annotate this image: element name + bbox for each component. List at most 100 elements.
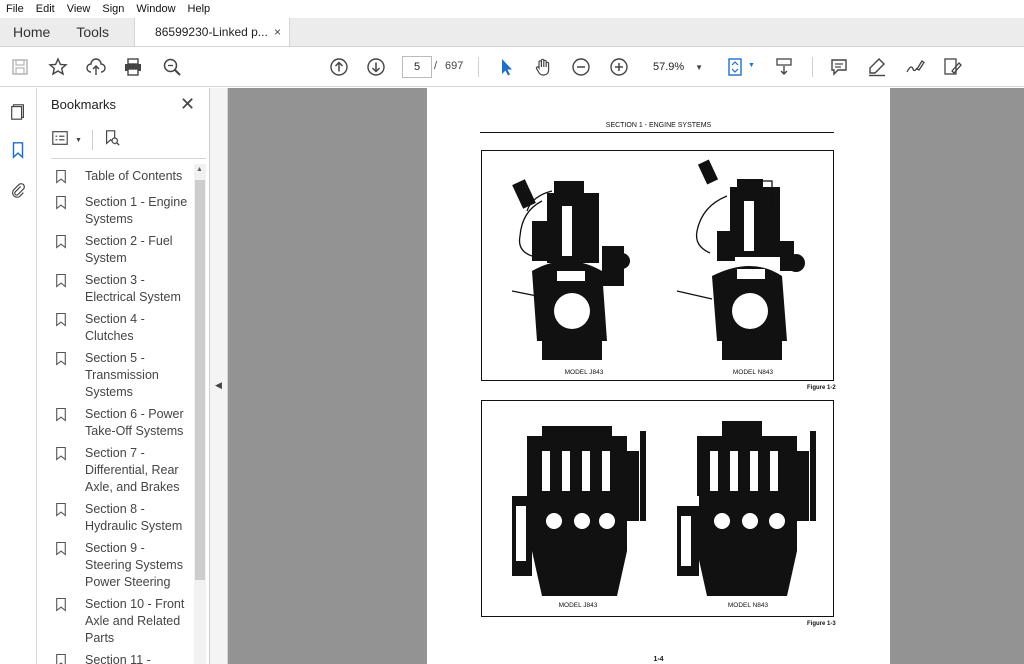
page-up-icon[interactable] <box>327 55 351 79</box>
bookmark-label: Section 3 - Electrical System <box>85 273 181 304</box>
bookmark-label: Section 9 - Steering Systems Power Steer… <box>85 541 183 589</box>
highlight-icon[interactable] <box>865 55 889 79</box>
bookmark-item[interactable]: Section 2 - Fuel System <box>55 233 193 267</box>
figure1-caption: Figure 1-2 <box>807 385 836 391</box>
toolbar-divider <box>478 57 479 77</box>
bookmark-item[interactable]: Section 11 - Supersteer, Front <box>55 652 193 664</box>
fill-sign-icon[interactable] <box>940 55 964 79</box>
zoom-in-icon[interactable] <box>607 55 631 79</box>
tab-home[interactable]: Home <box>0 18 63 46</box>
options-caret-icon[interactable]: ▼ <box>75 137 82 144</box>
zoom-out-icon[interactable] <box>569 55 593 79</box>
bookmark-label: Section 11 - Supersteer, Front <box>85 653 151 664</box>
figure2-left-label: MODEL J843 <box>558 602 598 609</box>
bookmark-item[interactable]: Section 1 - Engine Systems <box>55 194 193 228</box>
bookmark-label: Section 2 - Fuel System <box>85 234 173 265</box>
tools-divider <box>91 130 93 150</box>
bookmark-item[interactable]: Table of Contents <box>55 168 193 189</box>
fit-page-caret-icon[interactable]: ▼ <box>748 62 755 69</box>
header-rule <box>480 132 834 133</box>
figure1-right-label: MODEL N843 <box>732 369 774 376</box>
tab-tools[interactable]: Tools <box>63 18 122 46</box>
bookmarks-panel: Bookmarks ✕ ▼ Table of Contents Section 1… <box>37 88 210 664</box>
menu-bar: File Edit View Sign Window Help <box>0 0 1024 18</box>
panel-collapse-bar[interactable]: ◀ <box>210 88 228 664</box>
menu-window[interactable]: Window <box>130 3 181 15</box>
bookmark-item[interactable]: Section 4 - Clutches <box>55 311 193 345</box>
hand-icon[interactable] <box>531 55 555 79</box>
bookmark-item[interactable]: Section 5 - Transmission Systems <box>55 350 193 401</box>
figure-engine-side-views: MODEL J843 MODEL N843 <box>481 150 834 381</box>
figure2-caption: Figure 1-3 <box>807 621 836 627</box>
page-number-input[interactable]: 5 <box>402 56 432 78</box>
left-rail <box>0 88 37 664</box>
bookmark-icon <box>55 540 69 561</box>
save-icon[interactable] <box>8 55 32 79</box>
sign-icon[interactable] <box>903 55 927 79</box>
bookmark-icon <box>55 311 69 332</box>
page-thumbnails-icon[interactable] <box>8 102 28 122</box>
menu-help[interactable]: Help <box>182 3 217 15</box>
close-tab-icon[interactable]: × <box>274 25 281 39</box>
bookmark-item[interactable]: Section 7 - Differential, Rear Axle, and… <box>55 445 193 496</box>
engine-side-illustration <box>511 159 805 360</box>
bookmark-item[interactable]: Section 10 - Front Axle and Related Part… <box>55 596 193 647</box>
collapse-arrow-icon[interactable]: ◀ <box>215 380 222 391</box>
select-cursor-icon[interactable] <box>494 55 518 79</box>
options-menu-icon[interactable] <box>51 129 69 152</box>
bookmark-panel-icon[interactable] <box>8 140 28 160</box>
page-down-icon[interactable] <box>364 55 388 79</box>
bookmark-label: Section 4 - Clutches <box>85 312 145 343</box>
bookmark-icon <box>55 233 69 254</box>
fit-page-icon[interactable] <box>724 55 748 79</box>
zoom-level-select[interactable]: 57.9% ▼ <box>644 56 708 78</box>
bookmark-item[interactable]: Section 3 - Electrical System <box>55 272 193 306</box>
bookmark-item[interactable]: Section 6 - Power Take-Off Systems <box>55 406 193 440</box>
document-tab-title: 86599230-Linked p... <box>155 25 268 39</box>
zoom-search-icon[interactable] <box>160 55 184 79</box>
menu-sign[interactable]: Sign <box>96 3 130 15</box>
chevron-down-icon: ▼ <box>695 62 703 72</box>
bookmark-label: Table of Contents <box>85 169 183 183</box>
menu-file[interactable]: File <box>0 3 30 15</box>
bookmark-icon <box>55 272 69 293</box>
list-divider <box>51 158 206 159</box>
section-header: SECTION 1 - ENGINE SYSTEMS <box>605 122 712 129</box>
star-icon[interactable] <box>46 55 70 79</box>
bookmark-icon <box>55 445 69 466</box>
scroll-up-arrow-icon[interactable]: ▲ <box>196 166 203 173</box>
bookmark-icon <box>55 194 69 215</box>
page-separator: / <box>434 60 438 72</box>
bookmark-label: Section 10 - Front Axle and Related Part… <box>85 597 185 645</box>
document-viewport[interactable]: SECTION 1 - ENGINE SYSTEMS MODEL J843 MO… <box>228 88 1024 664</box>
tab-document[interactable]: 86599230-Linked p... × <box>134 18 291 46</box>
find-bookmark-icon[interactable] <box>103 129 121 152</box>
bookmark-icon <box>55 350 69 371</box>
figure1-left-label: MODEL J843 <box>564 369 604 376</box>
acrobat-window: File Edit View Sign Window Help Home Too… <box>0 0 1024 664</box>
print-icon[interactable] <box>121 55 145 79</box>
page-number: 1-4 <box>653 656 664 663</box>
bookmark-icon <box>55 652 69 664</box>
comment-icon[interactable] <box>827 55 851 79</box>
cloud-upload-icon[interactable] <box>84 55 108 79</box>
attachment-icon[interactable] <box>8 180 28 200</box>
scrollbar-thumb[interactable] <box>195 180 205 580</box>
scroll-mode-icon[interactable] <box>772 55 796 79</box>
bookmark-label: Section 1 - Engine Systems <box>85 195 188 226</box>
bookmark-list: Table of Contents Section 1 - Engine Syst… <box>55 168 193 664</box>
panel-title: Bookmarks <box>51 97 117 112</box>
bookmarks-toolbar: ▼ <box>51 128 121 152</box>
bookmark-icon <box>55 406 69 427</box>
menu-view[interactable]: View <box>61 3 97 15</box>
pdf-page: SECTION 1 - ENGINE SYSTEMS MODEL J843 MO… <box>427 88 890 664</box>
bookmark-label: Section 8 - Hydraulic System <box>85 502 183 533</box>
bookmark-item[interactable]: Section 8 - Hydraulic System <box>55 501 193 535</box>
bookmark-label: Section 6 - Power Take-Off Systems <box>85 407 184 438</box>
menu-edit[interactable]: Edit <box>30 3 61 15</box>
engine-front-illustration <box>512 421 816 596</box>
figure2-right-label: MODEL N843 <box>727 602 769 609</box>
bookmark-icon <box>55 501 69 522</box>
bookmark-item[interactable]: Section 9 - Steering Systems Power Steer… <box>55 540 193 591</box>
close-panel-icon[interactable]: ✕ <box>180 94 195 115</box>
